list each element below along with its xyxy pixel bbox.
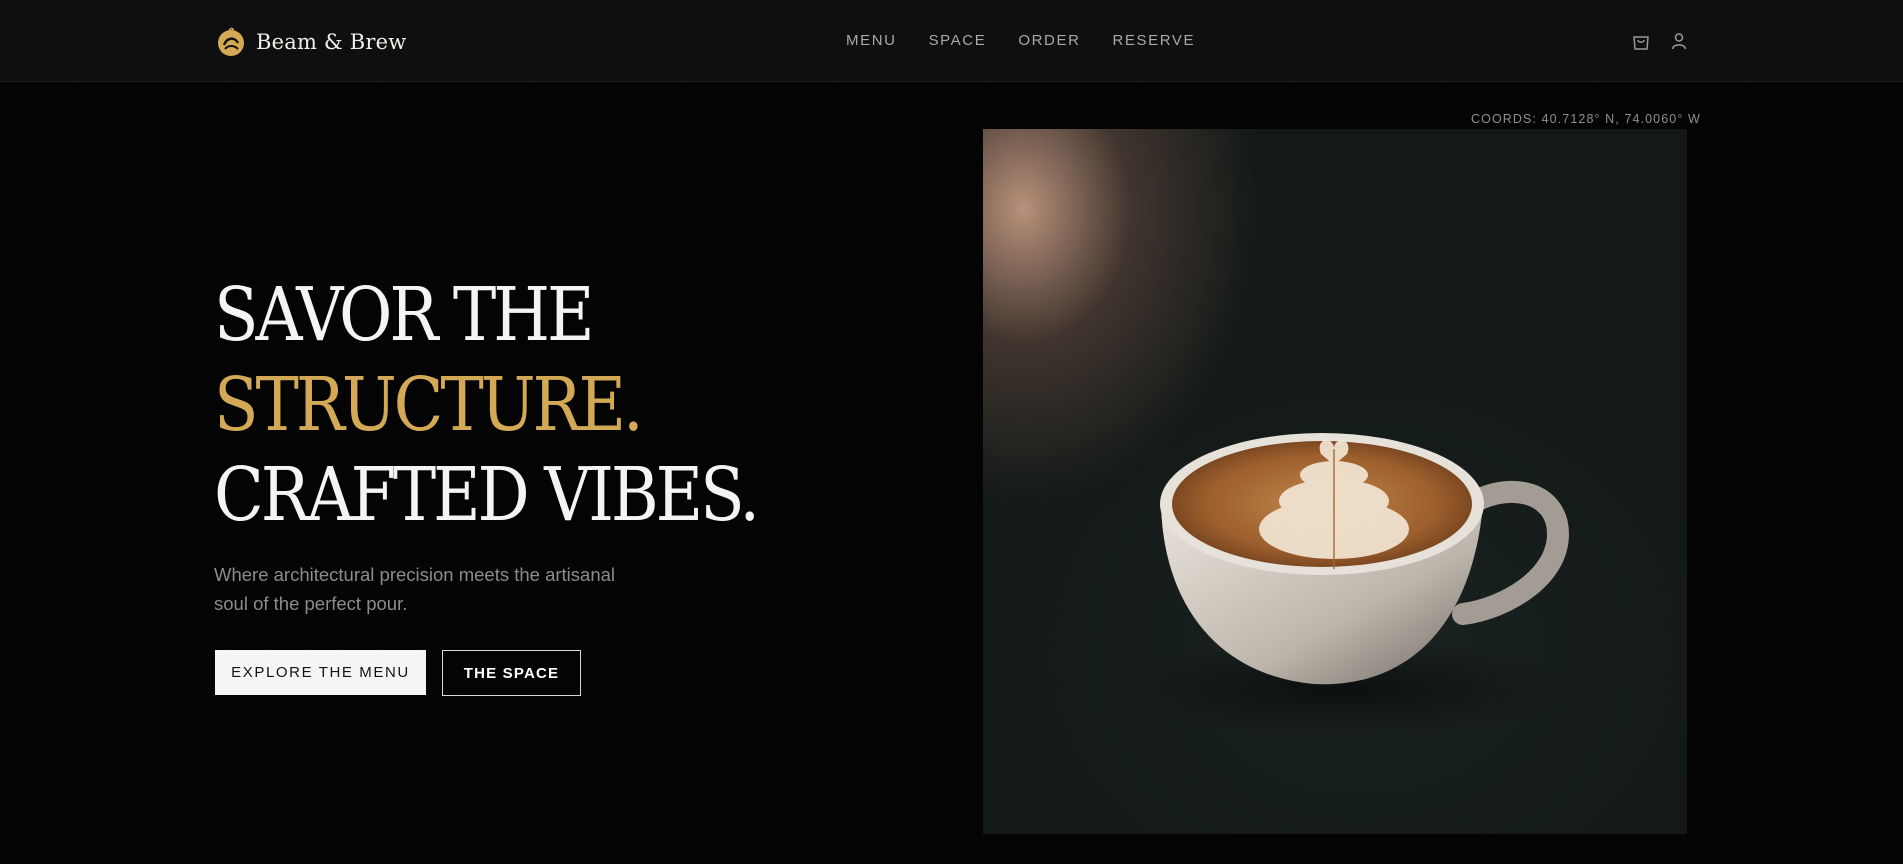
coordinates-readout: COORDS: 40.7128° N, 74.0060° W <box>1471 112 1701 126</box>
headline-line-1: SAVOR THE <box>214 272 595 358</box>
nav-item-order[interactable]: ORDER <box>1018 32 1080 49</box>
header-actions <box>1630 30 1690 52</box>
nav-item-menu[interactable]: MENU <box>846 32 897 49</box>
site-header: Beam & Brew MENU SPACE ORDER RESERVE <box>0 0 1903 82</box>
brand-logo-link[interactable]: Beam & Brew <box>214 25 406 59</box>
headline-line-3: CRAFTED VIBES. <box>214 452 760 538</box>
user-icon[interactable] <box>1668 30 1690 52</box>
bag-icon[interactable] <box>1630 30 1652 52</box>
nav-item-space[interactable]: SPACE <box>929 32 987 49</box>
hero-headline: SAVOR THE STRUCTURE. CRAFTED VIBES. <box>214 270 760 540</box>
latte-cup-illustration <box>1113 433 1573 739</box>
explore-menu-button[interactable]: EXPLORE THE MENU <box>215 650 426 695</box>
main-nav: MENU SPACE ORDER RESERVE <box>846 32 1195 49</box>
coffee-bean-logo-icon <box>218 27 244 56</box>
hero-subtitle: Where architectural precision meets the … <box>214 564 616 614</box>
nav-item-reserve[interactable]: RESERVE <box>1113 32 1196 49</box>
the-space-button[interactable]: THE SPACE <box>442 650 581 696</box>
hero-latte-image <box>983 129 1687 834</box>
brand-name: Beam & Brew <box>256 30 407 54</box>
headline-line-2: STRUCTURE. <box>214 362 644 448</box>
